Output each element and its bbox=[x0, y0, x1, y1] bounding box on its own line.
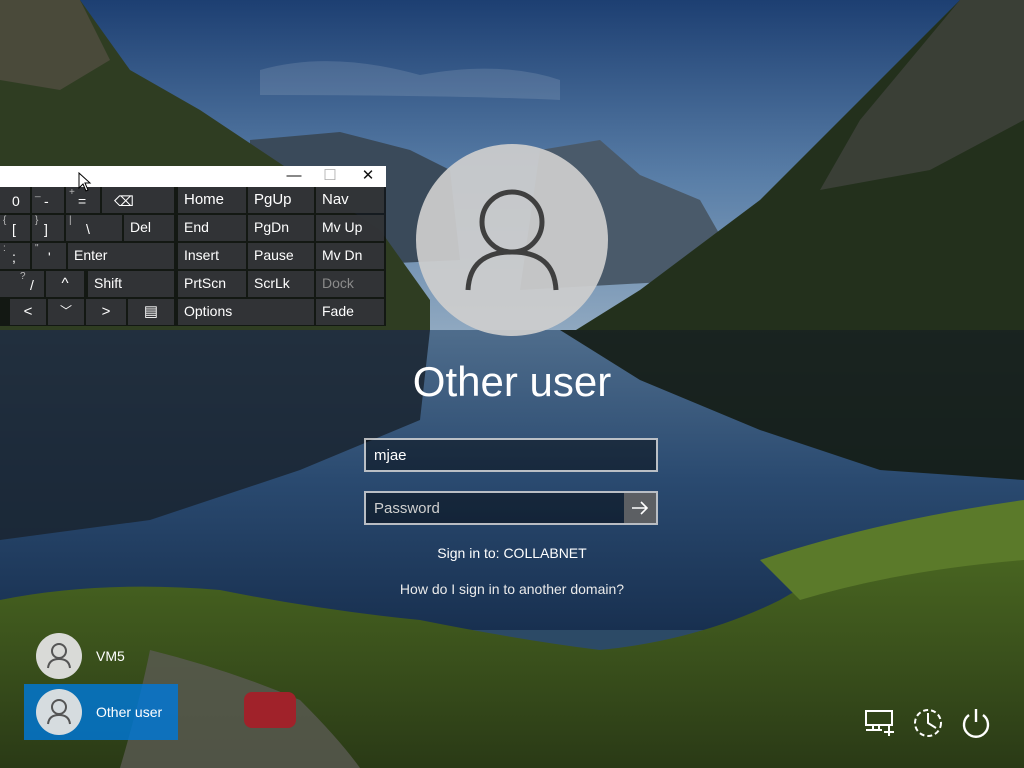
keyboard-title-bar[interactable]: — ☐ ✕ bbox=[0, 166, 386, 187]
key-pause[interactable]: Pause bbox=[248, 243, 314, 269]
key-menu[interactable]: ▤ bbox=[128, 299, 174, 325]
key-right-arrow[interactable]: > bbox=[86, 299, 126, 325]
other-domain-link[interactable]: How do I sign in to another domain? bbox=[312, 581, 712, 597]
key-down-arrow[interactable]: ﹀ bbox=[48, 299, 84, 325]
key-end[interactable]: End bbox=[178, 215, 246, 241]
password-input[interactable] bbox=[366, 493, 628, 523]
key-enter[interactable]: Enter bbox=[68, 243, 174, 269]
username-input[interactable] bbox=[366, 440, 656, 470]
user-silhouette-icon bbox=[465, 189, 559, 291]
key-semicolon[interactable]: :; bbox=[0, 243, 30, 269]
sign-in-domain-text: Sign in to: COLLABNET bbox=[437, 545, 587, 561]
network-icon[interactable] bbox=[862, 704, 898, 740]
password-field[interactable] bbox=[364, 491, 658, 525]
key-prtscn[interactable]: PrtScn bbox=[178, 271, 246, 297]
user-name-title: Other user bbox=[412, 358, 612, 405]
key-up-arrow[interactable]: ^ bbox=[46, 271, 84, 297]
on-screen-keyboard-window[interactable]: — ☐ ✕ 0 _ - + = ⌫ Home PgUp Nav {[ }] | \ D… bbox=[0, 166, 386, 326]
key-insert[interactable]: Insert bbox=[178, 243, 246, 269]
key-quote[interactable]: " ' bbox=[32, 243, 66, 269]
mouse-cursor-icon bbox=[78, 172, 92, 192]
avatar bbox=[36, 633, 82, 679]
key-backslash[interactable]: | \ bbox=[66, 215, 122, 241]
key-scrlk[interactable]: ScrLk bbox=[248, 271, 314, 297]
power-icon[interactable] bbox=[958, 704, 994, 740]
keyboard-keys-area: 0 _ - + = ⌫ Home PgUp Nav {[ }] | \ Del End… bbox=[0, 187, 386, 326]
submit-button[interactable] bbox=[624, 493, 656, 523]
user-list-item-other-user[interactable]: Other user bbox=[24, 684, 178, 740]
user-list-item-label: VM5 bbox=[96, 648, 125, 664]
key-backspace[interactable]: ⌫ bbox=[102, 187, 174, 213]
key-slash[interactable]: ? / bbox=[0, 271, 44, 297]
key-open-bracket[interactable]: {[ bbox=[0, 215, 30, 241]
key-0[interactable]: 0 bbox=[0, 187, 30, 213]
user-avatar bbox=[416, 144, 608, 336]
key-home[interactable]: Home bbox=[178, 187, 246, 213]
key-left-arrow[interactable]: < bbox=[10, 299, 46, 325]
user-list-item-vm5[interactable]: VM5 bbox=[24, 628, 178, 684]
key-close-bracket[interactable]: }] bbox=[32, 215, 64, 241]
key-minus[interactable]: _ - bbox=[32, 187, 64, 213]
arrow-right-icon bbox=[632, 501, 649, 515]
close-button[interactable]: ✕ bbox=[350, 166, 386, 187]
user-list-item-label: Other user bbox=[96, 704, 163, 720]
key-dock[interactable]: Dock bbox=[316, 271, 384, 297]
minimize-button[interactable]: — bbox=[276, 166, 312, 187]
key-move-down[interactable]: Mv Dn bbox=[316, 243, 384, 269]
key-options[interactable]: Options bbox=[178, 299, 314, 325]
user-silhouette-icon bbox=[47, 699, 71, 725]
key-move-up[interactable]: Mv Up bbox=[316, 215, 384, 241]
key-del[interactable]: Del bbox=[124, 215, 174, 241]
maximize-button[interactable]: ☐ bbox=[312, 166, 348, 187]
username-field[interactable] bbox=[364, 438, 658, 472]
key-pgup[interactable]: PgUp bbox=[248, 187, 314, 213]
ease-of-access-icon[interactable] bbox=[910, 704, 946, 740]
key-pgdn[interactable]: PgDn bbox=[248, 215, 314, 241]
key-shift[interactable]: Shift bbox=[88, 271, 174, 297]
key-fade[interactable]: Fade bbox=[316, 299, 384, 325]
avatar bbox=[36, 689, 82, 735]
key-nav[interactable]: Nav bbox=[316, 187, 384, 213]
user-silhouette-icon bbox=[47, 643, 71, 669]
